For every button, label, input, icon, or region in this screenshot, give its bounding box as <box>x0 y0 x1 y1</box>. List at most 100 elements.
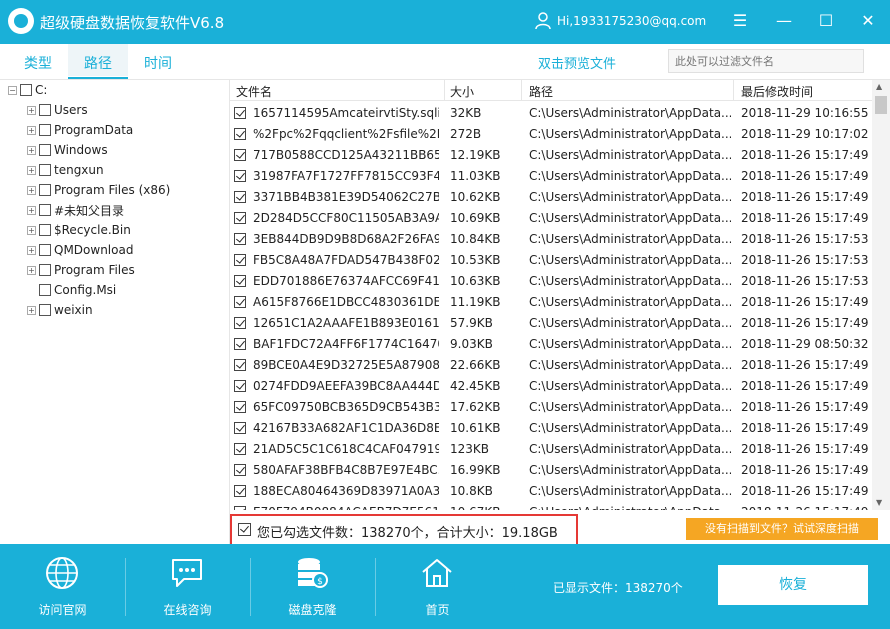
expand-icon[interactable]: + <box>27 305 36 315</box>
expand-icon[interactable]: + <box>27 105 36 115</box>
maximize-button[interactable]: ☐ <box>812 8 840 34</box>
row-checkbox[interactable] <box>234 464 246 476</box>
tree-item[interactable]: + Program Files <box>27 260 135 280</box>
nav-online-consult[interactable]: 在线咨询 <box>125 544 250 629</box>
row-checkbox[interactable] <box>234 443 246 455</box>
row-checkbox[interactable] <box>234 170 246 182</box>
table-row[interactable]: 42167B33A682AF1C1DA36D8E... 10.61KB C:\Use… <box>230 418 872 439</box>
expand-icon[interactable]: + <box>27 245 36 255</box>
table-row[interactable]: BAF1FDC72A4FF6F1774C16470... 9.03KB C:\Use… <box>230 334 872 355</box>
nav-home[interactable]: 首页 <box>375 544 500 629</box>
column-divider[interactable] <box>733 80 734 101</box>
scroll-down-icon[interactable]: ▼ <box>876 498 882 507</box>
table-row[interactable]: FB5C8A48A7FDAD547B438F02... 10.53KB C:\Use… <box>230 250 872 271</box>
expand-icon[interactable]: + <box>27 165 36 175</box>
tree-checkbox[interactable] <box>39 204 51 216</box>
row-checkbox[interactable] <box>234 485 246 497</box>
table-row[interactable]: 89BCE0A4E9D32725E5A87908... 22.66KB C:\Use… <box>230 355 872 376</box>
table-row[interactable]: 580AFAF38BFB4C8B7E97E4BC... 16.99KB C:\Use… <box>230 460 872 481</box>
row-checkbox[interactable] <box>234 212 246 224</box>
tree-checkbox[interactable] <box>39 164 51 176</box>
row-checkbox[interactable] <box>234 338 246 350</box>
nav-visit-website[interactable]: 访问官网 <box>0 544 125 629</box>
tab-time[interactable]: 时间 <box>144 53 172 73</box>
tree-item[interactable]: + Program Files (x86) <box>27 180 170 200</box>
expand-icon[interactable]: + <box>27 125 36 135</box>
select-all-checkbox[interactable] <box>238 523 251 536</box>
row-checkbox[interactable] <box>234 422 246 434</box>
tree-item[interactable]: + #未知父目录 <box>27 200 124 220</box>
user-icon[interactable] <box>535 12 551 30</box>
row-checkbox[interactable] <box>234 191 246 203</box>
tree-item[interactable]: + tengxun <box>27 160 104 180</box>
menu-icon[interactable]: ☰ <box>726 8 754 34</box>
tree-checkbox[interactable] <box>20 84 32 96</box>
row-checkbox[interactable] <box>234 296 246 308</box>
tree-item[interactable]: + Windows <box>27 140 108 160</box>
table-row[interactable]: E70F794B0884ACAEB7D7E5615...10.67KBC:\Us… <box>230 502 872 510</box>
column-header-name[interactable]: 文件名 <box>236 83 272 100</box>
tree-checkbox[interactable] <box>39 264 51 276</box>
expand-icon[interactable]: + <box>27 145 36 155</box>
minimize-button[interactable]: — <box>770 8 798 34</box>
tree-checkbox[interactable] <box>39 304 51 316</box>
tree-checkbox[interactable] <box>39 224 51 236</box>
row-checkbox[interactable] <box>234 275 246 287</box>
row-checkbox[interactable] <box>234 359 246 371</box>
table-row[interactable]: EDD701886E76374AFCC69F41... 10.63KB C:\Use… <box>230 271 872 292</box>
tree-item[interactable]: Config.Msi <box>27 280 116 300</box>
table-row[interactable]: 0274FDD9AEEFA39BC8AA444D... 42.45KB C:\Use… <box>230 376 872 397</box>
filter-input[interactable] <box>668 49 864 73</box>
tree-checkbox[interactable] <box>39 184 51 196</box>
tree-item[interactable]: + $Recycle.Bin <box>27 220 131 240</box>
table-row[interactable]: 717B0588CCD125A43211BB65... 12.19KB C:\Use… <box>230 145 872 166</box>
expand-icon[interactable]: + <box>27 185 36 195</box>
table-row[interactable]: 3371BB4B381E39D54062C27B... 10.62KB C:\Use… <box>230 187 872 208</box>
column-header-path[interactable]: 路径 <box>529 83 553 100</box>
row-checkbox[interactable] <box>234 254 246 266</box>
deep-scan-button[interactable]: 没有扫描到文件？试试深度扫描 <box>686 518 878 540</box>
table-row[interactable]: 188ECA80464369D83971A0A3... 10.8KB C:\User… <box>230 481 872 502</box>
column-header-size[interactable]: 大小 <box>450 83 474 100</box>
table-row[interactable]: 21AD5C5C1C618C4CAF047919... 123KB C:\Users… <box>230 439 872 460</box>
tree-root[interactable]: − C: <box>8 80 47 100</box>
row-checkbox[interactable] <box>234 107 246 119</box>
table-row[interactable]: 2D284D5CCF80C11505AB3A9A... 10.69KB C:\Use… <box>230 208 872 229</box>
tree-checkbox[interactable] <box>39 144 51 156</box>
expand-icon[interactable]: + <box>27 225 36 235</box>
expand-icon[interactable]: + <box>27 265 36 275</box>
column-header-modified[interactable]: 最后修改时间 <box>741 83 813 100</box>
close-button[interactable]: ✕ <box>854 8 882 34</box>
tab-path[interactable]: 路径 <box>68 53 128 79</box>
row-checkbox[interactable] <box>234 149 246 161</box>
table-row[interactable]: %2Fpc%2Fqqclient%2Fsfile%2F... 272B C:\Use… <box>230 124 872 145</box>
tree-item[interactable]: + ProgramData <box>27 120 133 140</box>
recover-button[interactable]: 恢复 <box>717 564 869 606</box>
row-checkbox[interactable] <box>234 128 246 140</box>
column-divider[interactable] <box>521 80 522 101</box>
column-divider[interactable] <box>444 80 445 101</box>
tree-checkbox[interactable] <box>39 244 51 256</box>
row-checkbox[interactable] <box>234 380 246 392</box>
tree-item[interactable]: + QMDownload <box>27 240 133 260</box>
collapse-icon[interactable]: − <box>8 85 17 95</box>
table-row[interactable]: A615F8766E1DBCC4830361DE... 11.19KB C:\Use… <box>230 292 872 313</box>
tree-checkbox[interactable] <box>39 284 51 296</box>
row-checkbox[interactable] <box>234 401 246 413</box>
table-row[interactable]: 12651C1A2AAAFE1B893E0161... 57.9KB C:\User… <box>230 313 872 334</box>
tree-item[interactable]: + Users <box>27 100 88 120</box>
row-checkbox[interactable] <box>234 317 246 329</box>
expand-icon[interactable]: + <box>27 205 36 215</box>
table-row[interactable]: 3EB844DB9D9B8D68A2F26FA9... 10.84KB C:\Use… <box>230 229 872 250</box>
tree-checkbox[interactable] <box>39 104 51 116</box>
vertical-scrollbar[interactable]: ▲ ▼ <box>872 80 890 510</box>
user-account[interactable]: Hi,1933175230@qq.com <box>557 14 706 28</box>
scroll-up-icon[interactable]: ▲ <box>876 82 882 91</box>
table-row[interactable]: 1657114595AmcateirvtiSty.sqlit... 32KB C:\… <box>230 103 872 124</box>
tab-type[interactable]: 类型 <box>24 53 52 73</box>
row-checkbox[interactable] <box>234 233 246 245</box>
tree-checkbox[interactable] <box>39 124 51 136</box>
tree-item[interactable]: + weixin <box>27 300 93 320</box>
table-row[interactable]: 31987FA7F1727FF7815CC93F4... 11.03KB C:\Us… <box>230 166 872 187</box>
table-row[interactable]: 65FC09750BCB365D9CB543B3... 17.62KB C:\Use… <box>230 397 872 418</box>
